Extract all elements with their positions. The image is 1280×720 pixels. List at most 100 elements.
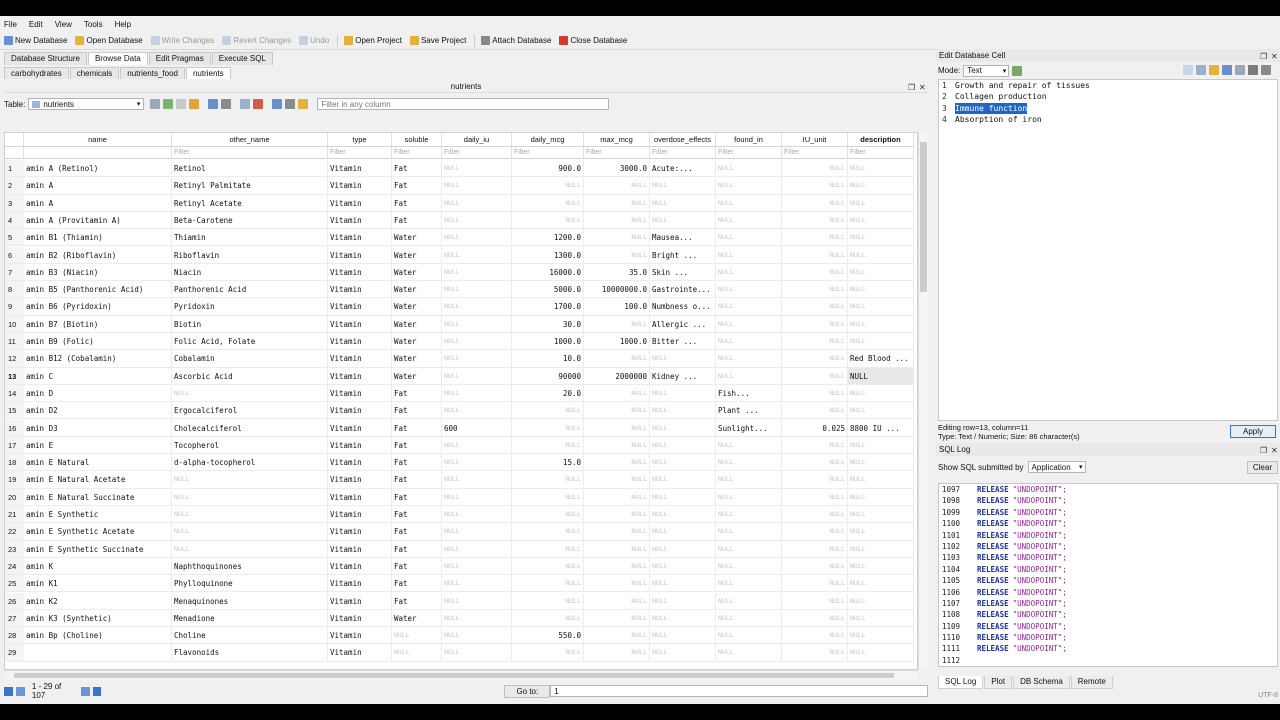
- cell-soluble[interactable]: Fat: [392, 575, 442, 593]
- cell-daily-mcg[interactable]: 15.0: [512, 454, 584, 472]
- global-filter-input[interactable]: [317, 98, 610, 110]
- dock-tab-remote[interactable]: Remote: [1070, 676, 1113, 689]
- cell-max-mcg[interactable]: NULL: [584, 627, 650, 645]
- cell-daily-iu[interactable]: NULL: [442, 160, 512, 178]
- cell-overdose-effects[interactable]: NULL: [650, 454, 716, 472]
- column-filter-name[interactable]: [24, 147, 172, 159]
- column-header-other-name[interactable]: other_name: [172, 133, 328, 147]
- cell-other-name[interactable]: Cobalamin: [172, 350, 328, 368]
- table-select[interactable]: nutrients ▾: [28, 98, 145, 110]
- cell-iu-unit[interactable]: NULL: [782, 367, 848, 385]
- cell-daily-mcg[interactable]: 1000.0: [512, 333, 584, 351]
- cell-found-in[interactable]: NULL: [716, 609, 782, 628]
- cell-daily-mcg[interactable]: 1700.0: [512, 298, 584, 316]
- set-null-icon[interactable]: [1235, 65, 1245, 75]
- horizontal-scroll-thumb[interactable]: [14, 673, 894, 678]
- cell-name[interactable]: amin A (Retinol): [24, 160, 172, 178]
- cell-name[interactable]: [24, 644, 172, 662]
- cell-name[interactable]: amin B3 (Niacin): [24, 263, 172, 282]
- cell-max-mcg[interactable]: NULL: [584, 315, 650, 333]
- cell-max-mcg[interactable]: NULL: [584, 471, 650, 489]
- cell-daily-iu[interactable]: NULL: [442, 644, 512, 662]
- new-database-button[interactable]: New Database: [4, 34, 67, 48]
- column-header-found-in[interactable]: found_in: [716, 133, 782, 147]
- cell-name[interactable]: amin D: [24, 384, 172, 403]
- cell-daily-iu[interactable]: NULL: [442, 246, 512, 264]
- cell-other-name[interactable]: NULL: [172, 506, 328, 524]
- cell-overdose-effects[interactable]: NULL: [650, 523, 716, 541]
- cell-description[interactable]: NULL: [848, 454, 914, 472]
- cell-description[interactable]: NULL: [848, 194, 914, 212]
- cell-other-name[interactable]: NULL: [172, 523, 328, 541]
- cell-name[interactable]: amin E: [24, 436, 172, 455]
- cell-max-mcg[interactable]: NULL: [584, 575, 650, 593]
- cell-iu-unit[interactable]: NULL: [782, 246, 848, 264]
- restore-icon[interactable]: ❐: [908, 81, 915, 94]
- cell-description[interactable]: NULL: [848, 281, 914, 299]
- cell-soluble[interactable]: Fat: [392, 592, 442, 610]
- cell-max-mcg[interactable]: NULL: [584, 454, 650, 472]
- cell-description[interactable]: NULL: [848, 471, 914, 489]
- cell-max-mcg[interactable]: NULL: [584, 644, 650, 662]
- restore-icon[interactable]: ❐: [1260, 444, 1267, 457]
- save-table-icon[interactable]: [208, 99, 219, 109]
- cell-other-name[interactable]: NULL: [172, 384, 328, 403]
- cell-max-mcg[interactable]: NULL: [584, 194, 650, 212]
- cell-found-in[interactable]: NULL: [716, 298, 782, 316]
- cell-type[interactable]: Vitamin: [328, 506, 392, 524]
- cell-iu-unit[interactable]: NULL: [782, 229, 848, 247]
- grid-horizontal-scrollbar[interactable]: [4, 670, 918, 680]
- cell-iu-unit[interactable]: NULL: [782, 194, 848, 212]
- cell-type[interactable]: Vitamin: [328, 263, 392, 282]
- cell-daily-mcg[interactable]: NULL: [512, 644, 584, 662]
- cell-found-in[interactable]: Sunlight...: [716, 419, 782, 437]
- table-tab-nutrients-food[interactable]: nutrients_food: [120, 67, 185, 79]
- cell-overdose-effects[interactable]: NULL: [650, 609, 716, 628]
- cell-iu-unit[interactable]: NULL: [782, 506, 848, 524]
- cell-soluble[interactable]: Water: [392, 263, 442, 282]
- cell-max-mcg[interactable]: NULL: [584, 523, 650, 541]
- cell-iu-unit[interactable]: NULL: [782, 488, 848, 506]
- cell-iu-unit[interactable]: NULL: [782, 523, 848, 541]
- cell-name[interactable]: amin B9 (Folic): [24, 333, 172, 351]
- cell-found-in[interactable]: NULL: [716, 592, 782, 610]
- cell-overdose-effects[interactable]: NULL: [650, 557, 716, 576]
- cell-daily-iu[interactable]: NULL: [442, 506, 512, 524]
- column-header-overdose-effects[interactable]: overdose_effects: [650, 133, 716, 147]
- menu-file[interactable]: File: [4, 20, 17, 29]
- cell-daily-mcg[interactable]: NULL: [512, 488, 584, 506]
- cell-daily-iu[interactable]: NULL: [442, 177, 512, 195]
- save-cell-icon[interactable]: [1248, 65, 1258, 75]
- cell-type[interactable]: Vitamin: [328, 384, 392, 403]
- cell-type[interactable]: Vitamin: [328, 229, 392, 247]
- cell-daily-mcg[interactable]: NULL: [512, 402, 584, 420]
- column-filter-description[interactable]: Filter: [848, 147, 914, 159]
- cell-type[interactable]: Vitamin: [328, 298, 392, 316]
- cell-other-name[interactable]: Pyridoxin: [172, 298, 328, 316]
- cell-name[interactable]: amin K3 (Synthetic): [24, 609, 172, 628]
- cell-soluble[interactable]: Water: [392, 281, 442, 299]
- cell-max-mcg[interactable]: NULL: [584, 177, 650, 195]
- cell-daily-mcg[interactable]: 1200.0: [512, 229, 584, 247]
- cell-description[interactable]: NULL: [848, 540, 914, 558]
- menu-tools[interactable]: Tools: [84, 20, 103, 29]
- cell-daily-iu[interactable]: NULL: [442, 263, 512, 282]
- cell-overdose-effects[interactable]: Skin ...: [650, 263, 716, 282]
- cell-max-mcg[interactable]: 3000.0: [584, 160, 650, 178]
- cell-iu-unit[interactable]: NULL: [782, 627, 848, 645]
- cell-daily-mcg[interactable]: 16000.0: [512, 263, 584, 282]
- sort-icon[interactable]: [189, 99, 200, 109]
- cell-found-in[interactable]: NULL: [716, 575, 782, 593]
- cell-found-in[interactable]: NULL: [716, 350, 782, 368]
- cell-daily-iu[interactable]: NULL: [442, 350, 512, 368]
- cell-found-in[interactable]: NULL: [716, 506, 782, 524]
- cell-found-in[interactable]: NULL: [716, 263, 782, 282]
- table-tab-nutrients[interactable]: nutrients: [185, 67, 231, 79]
- column-filter-daily-mcg[interactable]: Filter: [512, 147, 584, 159]
- column-filter-type[interactable]: Filter: [328, 147, 392, 159]
- cell-other-name[interactable]: Ergocalciferol: [172, 402, 328, 420]
- cell-daily-iu[interactable]: NULL: [442, 333, 512, 351]
- cell-type[interactable]: Vitamin: [328, 471, 392, 489]
- cell-other-name[interactable]: Biotin: [172, 315, 328, 333]
- cell-daily-mcg[interactable]: 5000.0: [512, 281, 584, 299]
